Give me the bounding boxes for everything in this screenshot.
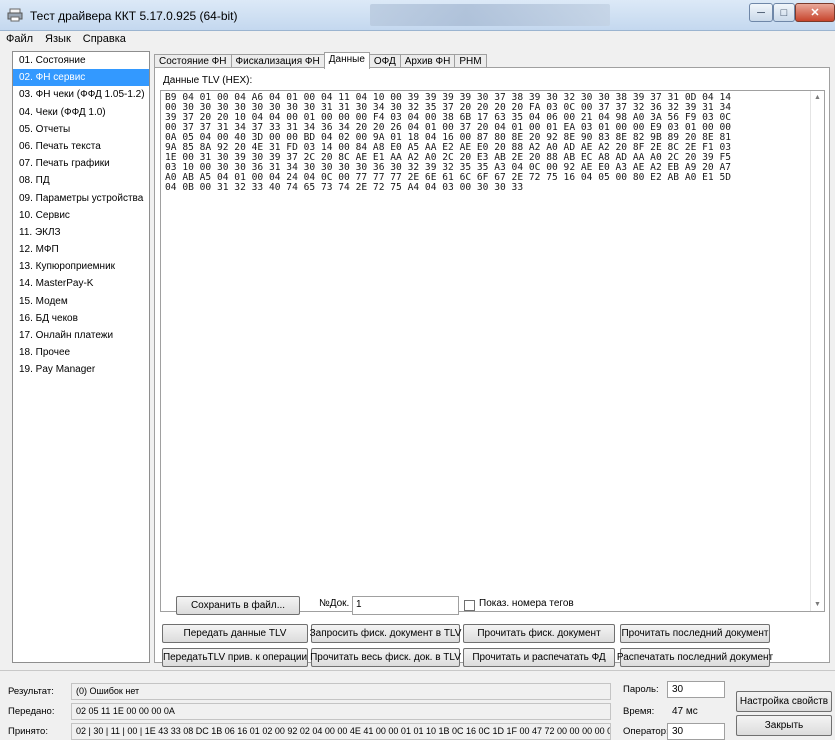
vertical-scrollbar[interactable]: ▲ ▼ bbox=[810, 91, 824, 611]
minimize-icon: ─ bbox=[757, 6, 765, 19]
minimize-button[interactable]: ─ bbox=[749, 3, 773, 22]
sidebar-item-online-payments[interactable]: 17. Онлайн платежи bbox=[13, 327, 149, 344]
tab-ofd[interactable]: ОФД bbox=[368, 54, 401, 68]
print-last-doc-button[interactable]: Распечатать последний документ bbox=[617, 648, 773, 667]
operator-label: Оператор: bbox=[623, 726, 669, 737]
menu-language[interactable]: Язык bbox=[39, 31, 77, 48]
sidebar-item-fn-service[interactable]: 02. ФН сервис bbox=[13, 69, 149, 87]
sidebar-item-receipts[interactable]: 04. Чеки (ФФД 1.0) bbox=[13, 104, 149, 121]
save-to-file-button[interactable]: Сохранить в файл... bbox=[176, 596, 300, 615]
received-value: 02 | 30 | 11 | 00 | 1E 43 33 08 DC 1B 06… bbox=[71, 723, 611, 740]
sidebar-item-print-text[interactable]: 06. Печать текста bbox=[13, 138, 149, 155]
tab-fn-fiscalization[interactable]: Фискализация ФН bbox=[230, 54, 325, 68]
tlv-hex-textarea[interactable]: B9 04 01 00 04 A6 04 01 00 04 11 04 10 0… bbox=[160, 90, 825, 612]
sidebar-item-bill-acceptor[interactable]: 13. Купюроприемник bbox=[13, 258, 149, 275]
request-fiscal-doc-tlv-button[interactable]: Запросить фиск. документ в TLV bbox=[310, 624, 461, 643]
sent-value: 02 05 11 1E 00 00 00 0A bbox=[71, 703, 611, 720]
read-fiscal-doc-button[interactable]: Прочитать фиск. документ bbox=[463, 624, 615, 643]
result-value: (0) Ошибок нет bbox=[71, 683, 611, 700]
close-window-button[interactable]: ✕ bbox=[795, 3, 835, 22]
doc-number-label: №Док. bbox=[319, 598, 350, 609]
sidebar-item-eklz[interactable]: 11. ЭКЛЗ bbox=[13, 224, 149, 241]
password-input[interactable]: 30 bbox=[667, 681, 725, 698]
tab-data[interactable]: Данные bbox=[323, 52, 370, 69]
read-last-doc-button[interactable]: Прочитать последний документ bbox=[620, 624, 770, 643]
sidebar-item-state[interactable]: 01. Состояние bbox=[13, 52, 149, 69]
tab-fn-state[interactable]: Состояние ФН bbox=[154, 54, 232, 68]
sidebar-item-pay-manager[interactable]: 19. Pay Manager bbox=[13, 361, 149, 378]
tab-strip: Состояние ФН Фискализация ФН Данные ОФД … bbox=[154, 52, 487, 69]
send-tlv-button[interactable]: Передать данные TLV bbox=[162, 624, 308, 643]
sent-label: Передано: bbox=[8, 706, 55, 717]
window-title: Тест драйвера ККТ 5.17.0.925 (64-bit) bbox=[30, 9, 238, 23]
maximize-button[interactable]: □ bbox=[773, 3, 795, 22]
sidebar: 01. Состояние 02. ФН сервис 03. ФН чеки … bbox=[12, 51, 150, 663]
show-tag-numbers-checkbox[interactable] bbox=[464, 600, 475, 611]
sidebar-item-pd[interactable]: 08. ПД bbox=[13, 172, 149, 189]
sidebar-item-reports[interactable]: 05. Отчеты bbox=[13, 121, 149, 138]
sidebar-item-modem[interactable]: 15. Модем bbox=[13, 293, 149, 310]
sidebar-item-fn-receipts[interactable]: 03. ФН чеки (ФФД 1.05-1.2) bbox=[13, 86, 149, 103]
sidebar-item-print-graphics[interactable]: 07. Печать графики bbox=[13, 155, 149, 172]
sidebar-item-service[interactable]: 10. Сервис bbox=[13, 207, 149, 224]
sidebar-item-masterpay[interactable]: 14. MasterPay-K bbox=[13, 275, 149, 292]
read-and-print-fd-button[interactable]: Прочитать и распечатать ФД bbox=[463, 648, 615, 667]
doc-number-input[interactable]: 1 bbox=[352, 596, 459, 615]
sidebar-item-mfp[interactable]: 12. МФП bbox=[13, 241, 149, 258]
menu-file[interactable]: Файл bbox=[0, 31, 39, 48]
status-area: Результат: (0) Ошибок нет Передано: 02 0… bbox=[0, 670, 835, 740]
data-tab-panel: Данные TLV (HEX): B9 04 01 00 04 A6 04 0… bbox=[154, 67, 830, 663]
password-label: Пароль: bbox=[623, 684, 659, 695]
tlv-data-label: Данные TLV (HEX): bbox=[163, 75, 253, 86]
printer-icon bbox=[7, 8, 23, 22]
scroll-up-arrow-icon[interactable]: ▲ bbox=[814, 94, 821, 101]
sidebar-item-device-params[interactable]: 09. Параметры устройства bbox=[13, 190, 149, 207]
tlv-hex-content[interactable]: B9 04 01 00 04 A6 04 01 00 04 11 04 10 0… bbox=[165, 93, 805, 193]
close-icon: ✕ bbox=[810, 7, 820, 19]
close-button[interactable]: Закрыть bbox=[736, 715, 832, 736]
sidebar-item-other[interactable]: 18. Прочее bbox=[13, 344, 149, 361]
sidebar-item-receipts-db[interactable]: 16. БД чеков bbox=[13, 310, 149, 327]
tab-rnm[interactable]: РНМ bbox=[454, 54, 487, 68]
menu-help[interactable]: Справка bbox=[77, 31, 132, 48]
time-value: 47 мс bbox=[667, 703, 725, 720]
title-bar: Тест драйвера ККТ 5.17.0.925 (64-bit) ─ … bbox=[0, 0, 835, 31]
settings-button[interactable]: Настройка свойств bbox=[736, 691, 832, 712]
scroll-down-arrow-icon[interactable]: ▼ bbox=[814, 601, 821, 608]
read-whole-fiscal-doc-tlv-button[interactable]: Прочитать весь фиск. док. в TLV bbox=[310, 648, 461, 667]
time-label: Время: bbox=[623, 706, 655, 717]
operator-input[interactable]: 30 bbox=[667, 723, 725, 740]
result-label: Результат: bbox=[8, 686, 54, 697]
menu-bar: Файл Язык Справка bbox=[0, 31, 835, 48]
title-bar-blur bbox=[370, 4, 610, 26]
send-tlv-bind-operation-button[interactable]: ПередатьTLV прив. к операции bbox=[162, 648, 308, 667]
show-tag-numbers-label: Показ. номера тегов bbox=[479, 598, 574, 609]
maximize-icon: □ bbox=[780, 6, 788, 19]
received-label: Принято: bbox=[8, 726, 48, 737]
tab-fn-archive[interactable]: Архив ФН bbox=[399, 54, 456, 68]
